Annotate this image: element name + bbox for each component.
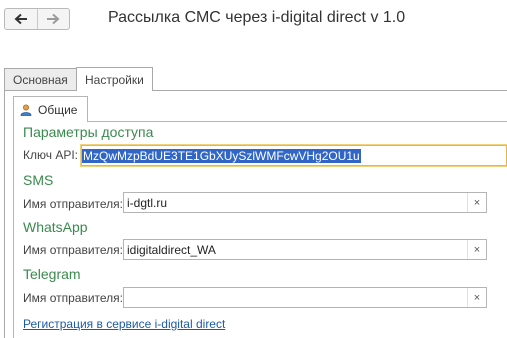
whatsapp-sender-input[interactable]: idigitaldirect_WA × (123, 239, 487, 260)
tab-main[interactable]: Основная (4, 68, 77, 90)
clear-icon[interactable]: × (467, 240, 486, 259)
subtab-general-label: Общие (38, 102, 78, 117)
access-section-title: Параметры доступа (23, 124, 154, 140)
arrow-right-icon (47, 13, 60, 25)
forward-button[interactable] (36, 9, 70, 29)
tab-settings[interactable]: Настройки (76, 67, 153, 91)
user-icon (20, 104, 32, 116)
whatsapp-section-title: WhatsApp (23, 219, 88, 235)
api-key-input[interactable]: MzQwMzpBdUE3TE1GbXUySzlWMFcwVHg2OU1u (81, 145, 507, 166)
back-button[interactable] (5, 9, 37, 29)
api-key-label: Ключ API: (23, 148, 78, 162)
sms-sender-label: Имя отправителя: (23, 197, 124, 211)
api-key-value: MzQwMzpBdUE3TE1GbXUySzlWMFcwVHg2OU1u (82, 148, 361, 163)
telegram-sender-label: Имя отправителя: (23, 291, 124, 305)
telegram-sender-input[interactable]: × (123, 287, 487, 308)
whatsapp-sender-label: Имя отправителя: (23, 243, 124, 257)
navigation-buttons (4, 8, 70, 30)
whatsapp-sender-value: idigitaldirect_WA (127, 242, 216, 257)
telegram-section-title: Telegram (23, 266, 81, 282)
registration-link[interactable]: Регистрация в сервисе i-digital direct (23, 317, 225, 331)
sms-sender-value: i-dgtl.ru (127, 195, 168, 210)
subtab-general[interactable]: Общие (13, 96, 88, 122)
clear-icon[interactable]: × (467, 288, 486, 307)
sms-section-title: SMS (23, 172, 54, 188)
app-window: Рассылка СМС через i-digital direct v 1.… (0, 0, 507, 338)
sms-sender-input[interactable]: i-dgtl.ru × (123, 192, 487, 213)
clear-icon[interactable]: × (467, 193, 486, 212)
arrow-left-icon (14, 13, 27, 25)
window-title: Рассылка СМС через i-digital direct v 1.… (108, 9, 406, 26)
